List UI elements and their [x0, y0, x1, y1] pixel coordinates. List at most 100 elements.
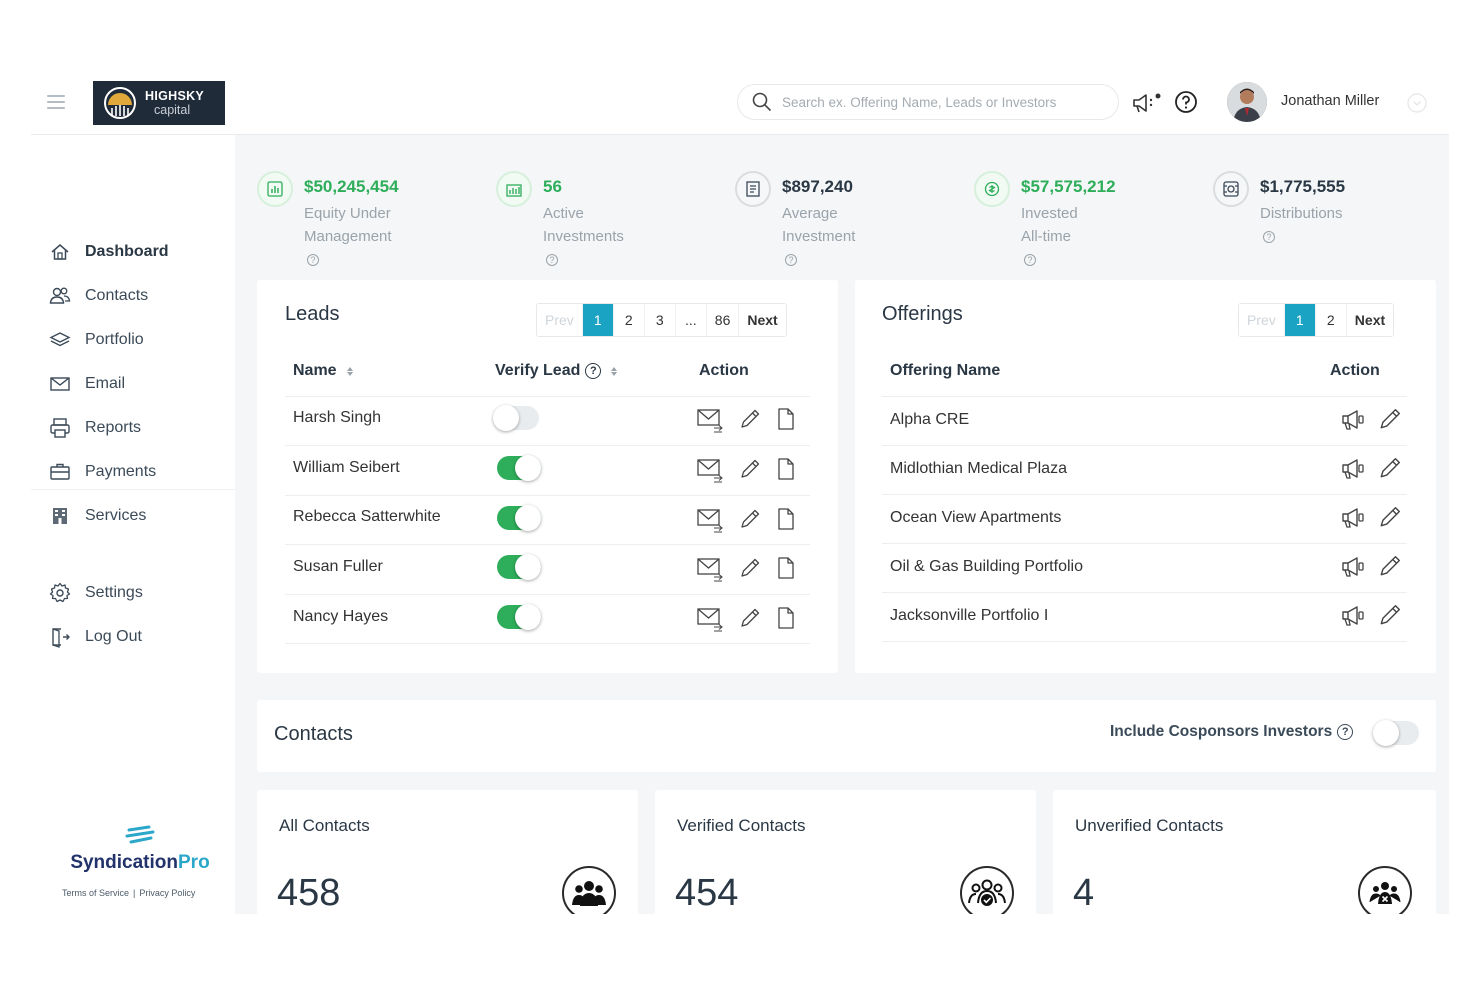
pager-page-3[interactable]: 3 — [645, 304, 676, 336]
info-icon[interactable]: ? — [1263, 231, 1275, 244]
sidebar-item-settings[interactable]: Settings — [49, 581, 143, 605]
pager-page-1[interactable]: 1 — [1284, 304, 1316, 336]
pager-page-2[interactable]: 2 — [1316, 304, 1347, 336]
sidebar-item-reports[interactable]: Reports — [49, 416, 141, 440]
megaphone-icon[interactable] — [1340, 555, 1366, 579]
verified-group-icon — [960, 866, 1014, 914]
document-icon[interactable] — [777, 458, 795, 480]
sidebar-item-services[interactable]: Services — [49, 504, 146, 528]
pager-next[interactable]: Next — [1347, 304, 1393, 336]
pager-page-86[interactable]: 86 — [707, 304, 740, 336]
lead-name[interactable]: Susan Fuller — [293, 558, 383, 576]
edit-icon[interactable] — [1378, 407, 1402, 431]
pager-prev[interactable]: Prev — [537, 304, 583, 336]
verify-lead-toggle[interactable] — [493, 405, 539, 431]
lead-name[interactable]: Harsh Singh — [293, 409, 381, 427]
terms-link[interactable]: Terms of Service — [62, 888, 129, 898]
send-mail-icon[interactable] — [697, 508, 725, 534]
card-count: 4 — [1073, 872, 1095, 914]
help-icon[interactable]: ? — [585, 363, 602, 379]
edit-icon[interactable] — [1378, 554, 1402, 578]
sidebar-item-email[interactable]: Email — [49, 372, 125, 396]
document-icon[interactable] — [777, 408, 795, 430]
lead-name[interactable]: Rebecca Satterwhite — [293, 508, 441, 526]
verify-lead-toggle[interactable] — [497, 554, 541, 580]
sidebar-item-portfolio[interactable]: Portfolio — [49, 328, 144, 352]
pager-page-2[interactable]: 2 — [614, 304, 645, 336]
document-icon[interactable] — [777, 508, 795, 530]
verify-lead-toggle[interactable] — [497, 455, 541, 481]
row-divider — [285, 544, 810, 545]
unverified-contacts-card[interactable]: Unverified Contacts 4 — [1053, 790, 1436, 914]
offering-name[interactable]: Midlothian Medical Plaza — [890, 460, 1067, 478]
column-header-name[interactable]: Name — [293, 362, 353, 380]
sidebar-item-label: Dashboard — [85, 243, 169, 260]
pager-page-1[interactable]: 1 — [582, 304, 614, 336]
highsky-logo[interactable]: HIGHSKY capital — [93, 81, 225, 125]
user-name[interactable]: Jonathan Miller — [1281, 93, 1379, 109]
info-icon[interactable]: ? — [546, 254, 558, 267]
verified-contacts-card[interactable]: Verified Contacts 454 — [655, 790, 1036, 914]
sidebar-item-label: Portfolio — [85, 331, 144, 348]
edit-icon[interactable] — [739, 508, 761, 530]
lead-name[interactable]: Nancy Hayes — [293, 608, 388, 626]
megaphone-icon[interactable] — [1340, 604, 1366, 628]
sidebar: Dashboard Contacts Portfolio Email Repor… — [31, 135, 235, 914]
lead-name[interactable]: William Seibert — [293, 459, 400, 477]
verify-lead-toggle[interactable] — [497, 604, 541, 630]
info-icon[interactable]: ? — [307, 254, 319, 267]
sidebar-item-contacts[interactable]: Contacts — [49, 284, 148, 308]
send-mail-icon[interactable] — [697, 607, 725, 633]
help-icon[interactable]: ? — [1337, 724, 1354, 740]
sidebar-item-payments[interactable]: Payments — [49, 460, 156, 484]
megaphone-icon[interactable] — [1131, 91, 1165, 120]
layers-icon — [49, 329, 71, 351]
send-mail-icon[interactable] — [697, 458, 725, 484]
sidebar-item-label: Reports — [85, 419, 142, 436]
edit-icon[interactable] — [1378, 603, 1402, 627]
megaphone-icon[interactable] — [1340, 408, 1366, 432]
row-divider — [285, 495, 810, 496]
pager-prev[interactable]: Prev — [1239, 304, 1285, 336]
offering-name[interactable]: Jacksonville Portfolio I — [890, 607, 1048, 625]
help-icon[interactable] — [1174, 90, 1198, 119]
stat-label: Active Investments? — [543, 205, 624, 267]
document-icon[interactable] — [777, 557, 795, 579]
all-contacts-card[interactable]: All Contacts 458 — [257, 790, 638, 914]
privacy-link[interactable]: Privacy Policy — [139, 888, 195, 898]
row-divider — [882, 592, 1407, 593]
verify-lead-toggle[interactable] — [497, 505, 541, 531]
megaphone-icon[interactable] — [1340, 457, 1366, 481]
menu-icon[interactable] — [47, 95, 65, 109]
sort-icon[interactable] — [611, 366, 618, 376]
edit-icon[interactable] — [739, 607, 761, 629]
send-mail-icon[interactable] — [697, 557, 725, 583]
info-icon[interactable]: ? — [1024, 254, 1036, 267]
avatar[interactable] — [1227, 82, 1267, 122]
edit-icon[interactable] — [1378, 505, 1402, 529]
send-mail-icon[interactable] — [697, 408, 725, 434]
card-title: Unverified Contacts — [1075, 816, 1224, 835]
offering-name[interactable]: Ocean View Apartments — [890, 509, 1061, 527]
card-count: 458 — [277, 872, 341, 914]
document-icon[interactable] — [777, 607, 795, 629]
offering-name[interactable]: Oil & Gas Building Portfolio — [890, 558, 1083, 576]
edit-icon[interactable] — [1378, 456, 1402, 480]
search-input[interactable] — [782, 94, 1102, 110]
contacts-title: Contacts — [274, 723, 353, 745]
sidebar-item-dashboard[interactable]: Dashboard — [49, 240, 169, 264]
megaphone-icon[interactable] — [1340, 506, 1366, 530]
edit-icon[interactable] — [739, 458, 761, 480]
offering-name[interactable]: Alpha CRE — [890, 411, 969, 429]
cosponsor-toggle[interactable] — [1373, 720, 1419, 746]
logo-line1: HIGHSKY — [145, 88, 205, 103]
pager-next[interactable]: Next — [739, 304, 785, 336]
sidebar-item-logout[interactable]: Log Out — [49, 625, 142, 649]
edit-icon[interactable] — [739, 408, 761, 430]
building-icon — [49, 505, 71, 527]
chevron-down-icon[interactable] — [1407, 93, 1427, 118]
edit-icon[interactable] — [739, 557, 761, 579]
sort-icon[interactable] — [346, 366, 353, 376]
column-header-verify[interactable]: Verify Lead? — [495, 362, 618, 380]
info-icon[interactable]: ? — [785, 254, 797, 267]
